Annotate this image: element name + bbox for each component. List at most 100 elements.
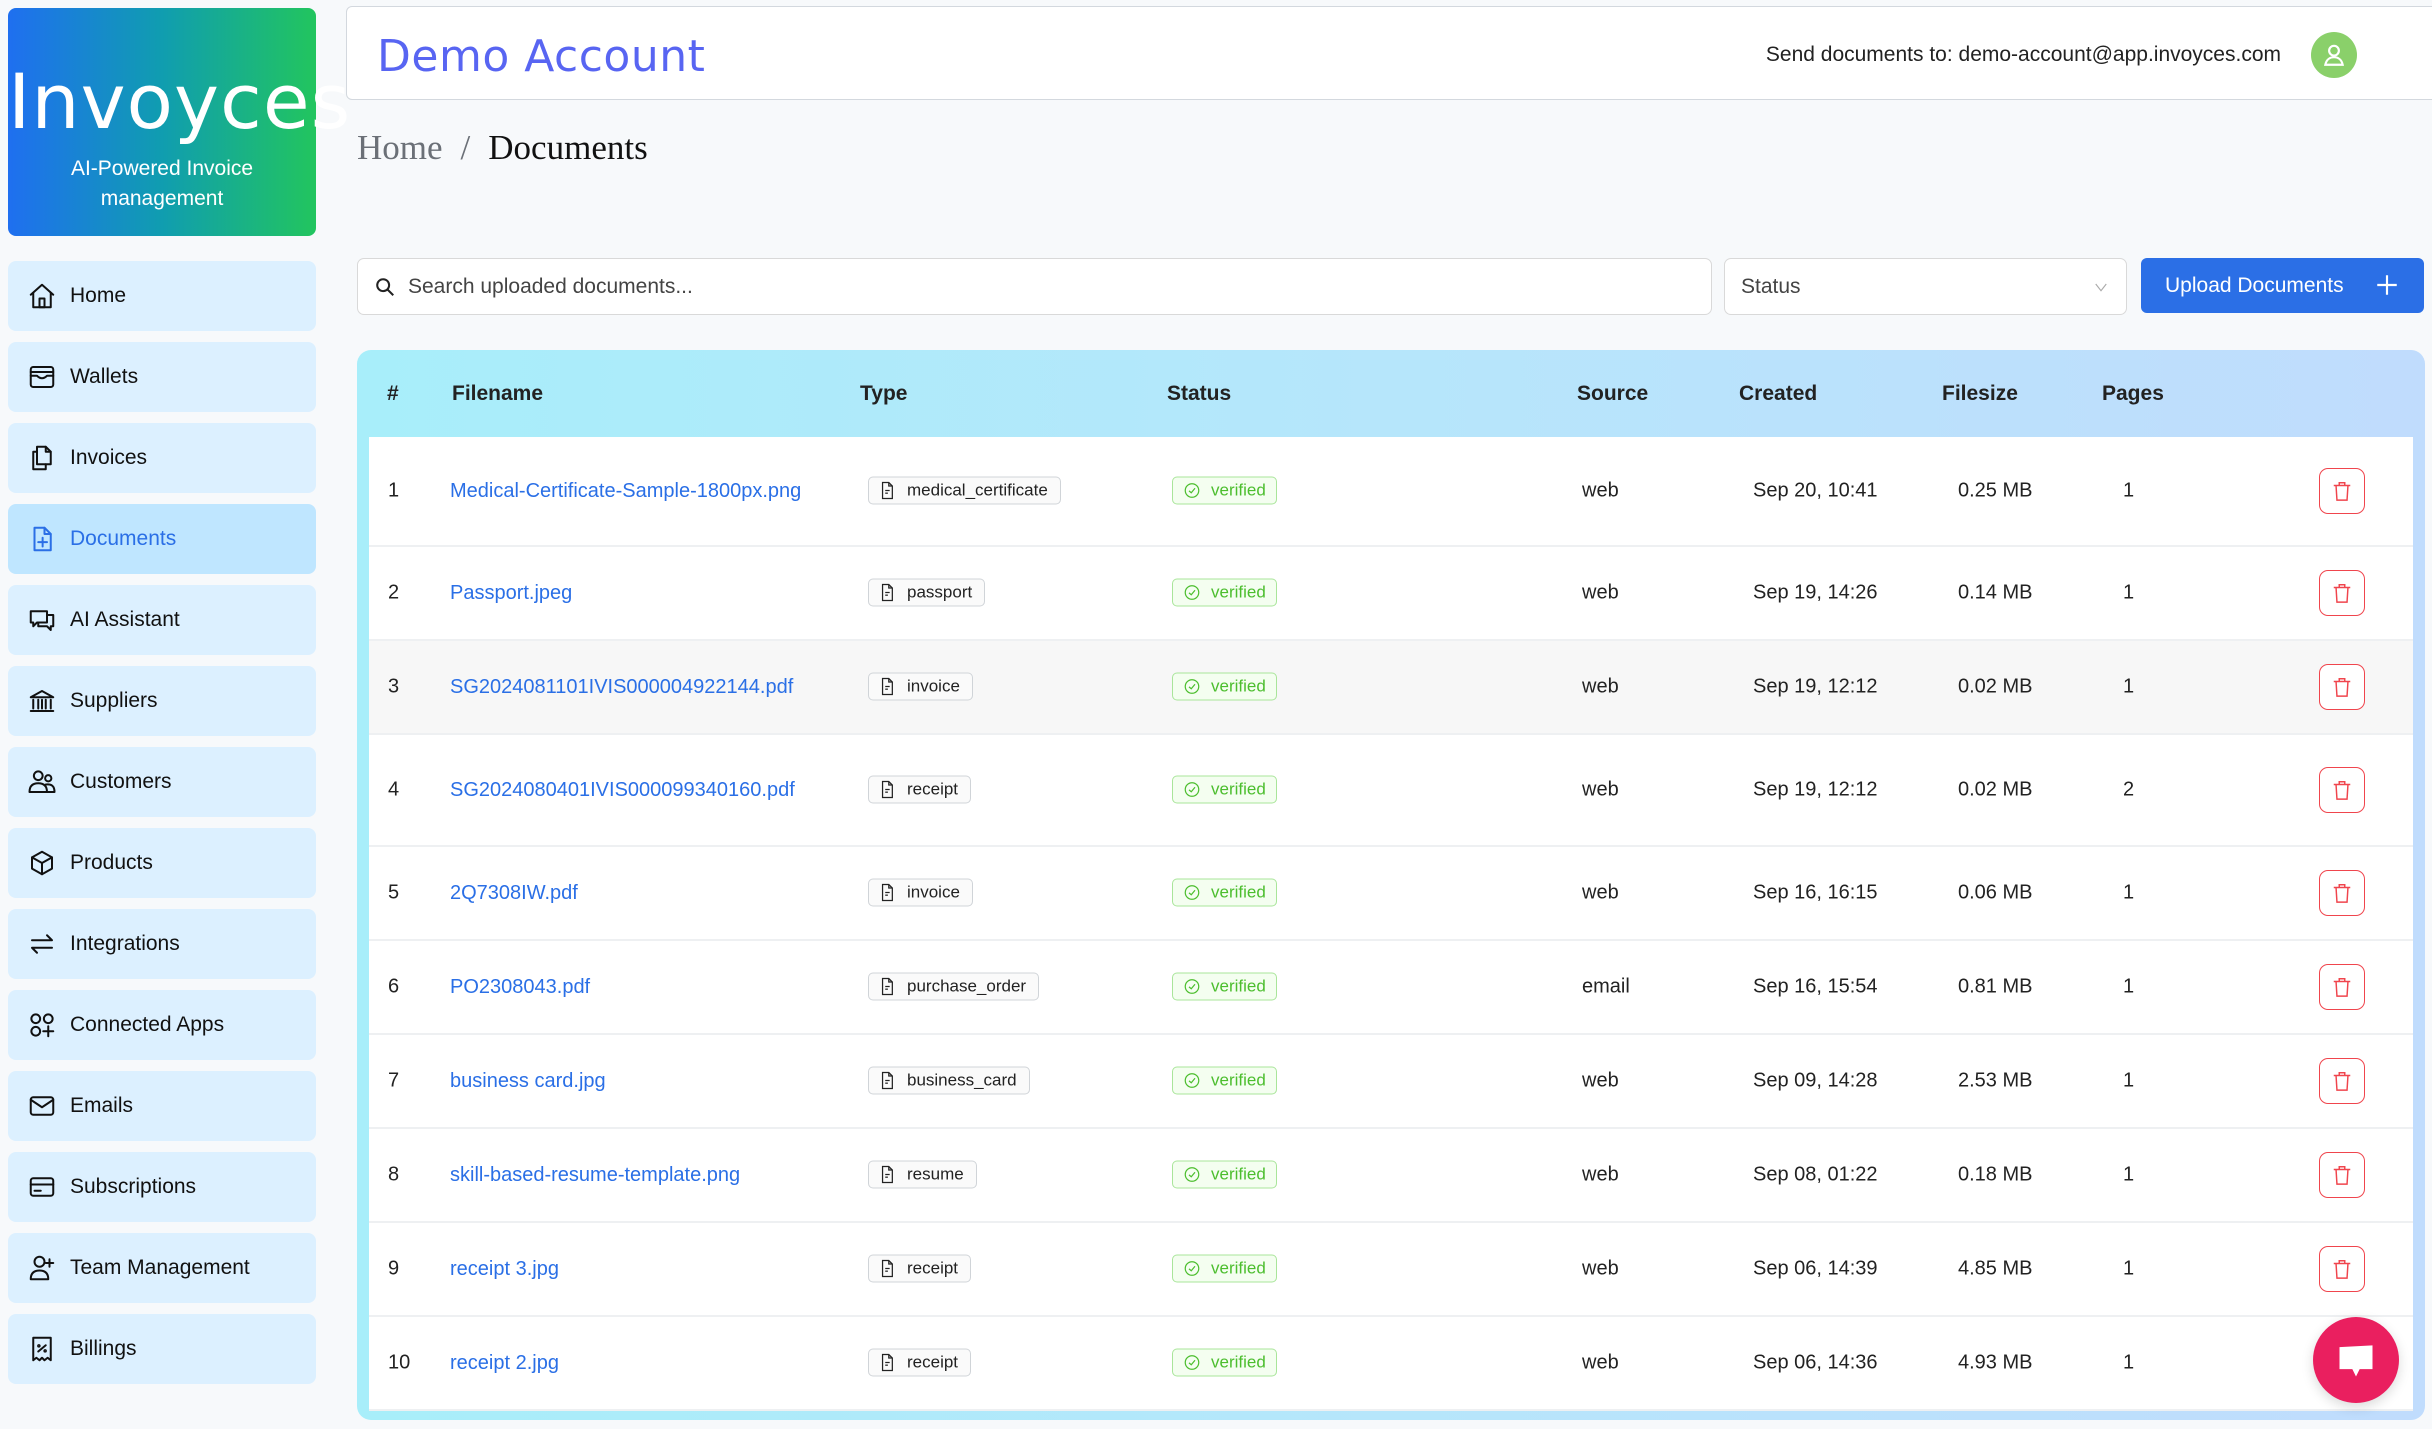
avatar[interactable] <box>2311 32 2357 78</box>
delete-button[interactable] <box>2319 1246 2365 1292</box>
type-cell: invoice <box>868 878 973 908</box>
filename-link[interactable]: Passport.jpeg <box>450 577 850 609</box>
filename-link[interactable]: Medical-Certificate-Sample-1800px.png <box>450 475 850 507</box>
delete-button[interactable] <box>2319 964 2365 1010</box>
source-cell: web <box>1582 881 1619 904</box>
table-row[interactable]: 2 Passport.jpeg passport verified web Sep 19,… <box>369 547 2413 641</box>
table-header: # Filename Type Status Source Created Filesize… <box>369 350 2413 437</box>
pages-cell: 1 <box>2123 1351 2135 1374</box>
status-label: verified <box>1211 1258 1266 1278</box>
file-icon <box>881 481 893 500</box>
actions-cell <box>2319 1246 2365 1292</box>
top-header: Demo Account Send documents to: demo-acc… <box>346 6 2432 100</box>
delete-button[interactable] <box>2319 570 2365 616</box>
delete-button[interactable] <box>2319 664 2365 710</box>
status-badge: verified <box>1172 878 1277 907</box>
status-cell: verified <box>1172 878 1277 908</box>
table-row[interactable]: 9 receipt 3.jpg receipt verified web Sep 06, … <box>369 1223 2413 1317</box>
column-header-number[interactable]: # <box>387 382 399 406</box>
column-header-pages[interactable]: Pages <box>2102 382 2164 406</box>
source-cell: web <box>1582 1351 1619 1374</box>
sidebar-item-invoices[interactable]: Invoices <box>8 423 316 493</box>
pages-cell: 1 <box>2123 675 2135 698</box>
sidebar-item-team-management[interactable]: Team Management <box>8 1233 316 1303</box>
column-header-filesize[interactable]: Filesize <box>1942 382 2018 406</box>
sidebar-item-ai-assistant[interactable]: AI Assistant <box>8 585 316 655</box>
status-badge: verified <box>1172 775 1277 804</box>
filename-link[interactable]: business card.jpg <box>450 1065 850 1097</box>
column-header-status[interactable]: Status <box>1167 382 1231 406</box>
status-label: verified <box>1211 480 1266 500</box>
column-header-filename[interactable]: Filename <box>452 382 543 406</box>
filename-link[interactable]: SG2024080401IVIS000099340160.pdf <box>450 774 850 806</box>
table-row[interactable]: 6 PO2308043.pdf purchase_order verified emai… <box>369 941 2413 1035</box>
sidebar-item-connected-apps[interactable]: Connected Apps <box>8 990 316 1060</box>
pages-cell: 1 <box>2123 1257 2135 1280</box>
source-cell: web <box>1582 675 1619 698</box>
source-cell: web <box>1582 778 1619 801</box>
created-cell: Sep 09, 14:28 <box>1753 1069 1878 1092</box>
status-cell: verified <box>1172 672 1277 702</box>
table-row[interactable]: 4 SG2024080401IVIS000099340160.pdf receipt… <box>369 735 2413 847</box>
filesize-cell: 0.02 MB <box>1958 778 2033 801</box>
filename-link[interactable]: SG2024081101IVIS000004922144.pdf <box>450 671 850 703</box>
column-header-created[interactable]: Created <box>1739 382 1817 406</box>
status-badge: verified <box>1172 1348 1277 1377</box>
actions-cell <box>2319 870 2365 916</box>
file-icon <box>881 583 893 602</box>
table-row[interactable]: 10 receipt 2.jpg receipt verified web Sep 06,… <box>369 1317 2413 1411</box>
status-label: verified <box>1211 1070 1266 1090</box>
delete-button[interactable] <box>2319 468 2365 514</box>
wallet-icon <box>26 361 58 393</box>
sidebar-item-subscriptions[interactable]: Subscriptions <box>8 1152 316 1222</box>
sidebar-item-label: Subscriptions <box>70 1175 197 1198</box>
pages-cell: 1 <box>2123 581 2135 604</box>
users-icon <box>26 766 58 798</box>
sidebar-item-integrations[interactable]: Integrations <box>8 909 316 979</box>
filename-link[interactable]: 2Q7308IW.pdf <box>450 877 850 909</box>
filename-link[interactable]: receipt 2.jpg <box>450 1347 850 1379</box>
filename-link[interactable]: PO2308043.pdf <box>450 971 850 1003</box>
delete-button[interactable] <box>2319 870 2365 916</box>
delete-button[interactable] <box>2319 767 2365 813</box>
sidebar-item-billings[interactable]: Billings <box>8 1314 316 1384</box>
status-label: verified <box>1211 1352 1266 1372</box>
brand-logo[interactable]: Invoyces AI-Powered Invoice management <box>8 8 350 236</box>
bank-icon <box>26 685 58 717</box>
sidebar-item-customers[interactable]: Customers <box>8 747 316 817</box>
file-plus-icon <box>26 523 58 555</box>
sidebar-item-emails[interactable]: Emails <box>8 1071 316 1141</box>
status-badge: verified <box>1172 1066 1277 1095</box>
column-header-type[interactable]: Type <box>860 382 907 406</box>
check-circle-icon <box>1184 679 1200 694</box>
sidebar-item-wallets[interactable]: Wallets <box>8 342 316 412</box>
status-filter-select[interactable]: Status <box>1724 258 2127 315</box>
filename-link[interactable]: skill-based-resume-template.png <box>450 1159 850 1191</box>
row-number: 3 <box>388 675 400 698</box>
breadcrumb-current: Documents <box>488 128 648 167</box>
sidebar-item-documents[interactable]: Documents <box>8 504 316 574</box>
delete-button[interactable] <box>2319 1058 2365 1104</box>
chat-widget-button[interactable] <box>2313 1317 2399 1403</box>
type-badge: invoice <box>868 672 973 701</box>
row-number: 4 <box>388 778 400 801</box>
delete-button[interactable] <box>2319 1152 2365 1198</box>
breadcrumb-home[interactable]: Home <box>357 128 443 167</box>
search-input[interactable] <box>408 274 1608 299</box>
sidebar-item-suppliers[interactable]: Suppliers <box>8 666 316 736</box>
type-badge: receipt <box>868 1348 972 1377</box>
receipt-percent-icon <box>26 1333 58 1365</box>
table-row[interactable]: 1 Medical-Certificate-Sample-1800px.png me… <box>369 437 2413 547</box>
table-row[interactable]: 8 skill-based-resume-template.png resume ve… <box>369 1129 2413 1223</box>
table-row[interactable]: 3 SG2024081101IVIS000004922144.pdf invoice… <box>369 641 2413 735</box>
file-icon <box>881 780 893 799</box>
source-cell: web <box>1582 1163 1619 1186</box>
table-row[interactable]: 7 business card.jpg business_card verified w… <box>369 1035 2413 1129</box>
table-row[interactable]: 5 2Q7308IW.pdf invoice verified web Sep 16, 1… <box>369 847 2413 941</box>
column-header-source[interactable]: Source <box>1577 382 1648 406</box>
filename-link[interactable]: receipt 3.jpg <box>450 1253 850 1285</box>
upload-documents-button[interactable]: Upload Documents <box>2141 258 2424 313</box>
row-number: 6 <box>388 975 400 998</box>
sidebar-item-products[interactable]: Products <box>8 828 316 898</box>
sidebar-item-home[interactable]: Home <box>8 261 316 331</box>
